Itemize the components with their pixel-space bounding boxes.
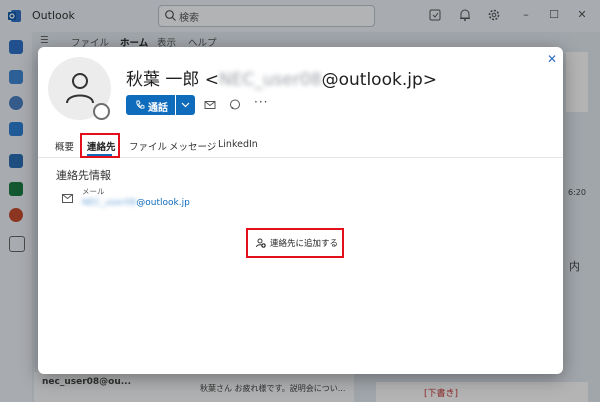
search-placeholder: 検索 <box>179 13 199 24</box>
reading-side-text: 内 <box>569 260 580 273</box>
email-label: メール <box>82 187 105 196</box>
bell-icon[interactable] <box>458 8 472 22</box>
tab-messages[interactable]: メッセージ <box>169 139 216 153</box>
tab-linkedin[interactable]: LinkedIn <box>218 139 258 150</box>
apps-grid-icon[interactable] <box>9 236 25 252</box>
contact-name: 秋葉 一郎 <NEC_user08@outlook.jp> <box>126 65 437 90</box>
minimize-button[interactable]: – <box>519 8 533 21</box>
email-icon <box>62 194 73 203</box>
people-app-icon[interactable] <box>9 96 23 110</box>
person-icon <box>66 73 94 104</box>
left-app-rail <box>0 32 32 402</box>
draft-bar <box>376 382 588 402</box>
email-domain: @outlook.jp <box>136 198 190 208</box>
mail-icon[interactable] <box>204 99 216 111</box>
close-icon[interactable]: ✕ <box>547 52 557 66</box>
menu-toggle-icon[interactable]: ☰ <box>40 35 49 46</box>
window-close-button[interactable]: ✕ <box>575 8 589 21</box>
call-options-dropdown[interactable] <box>176 95 195 115</box>
presence-status-icon <box>93 103 110 120</box>
chevron-down-icon <box>181 102 190 108</box>
section-title: 連絡先情報 <box>56 169 111 182</box>
tab-highlight-box <box>80 133 120 158</box>
call-button[interactable]: 通話 <box>126 95 175 115</box>
app-title: Outlook <box>32 9 75 22</box>
mail-app-icon[interactable] <box>9 40 23 54</box>
email-redacted: NEC_user08 <box>82 198 137 208</box>
message-snippet: 秋葉さん お疲れ様です。説明会につい... <box>200 384 346 393</box>
powerpoint-app-icon[interactable] <box>9 208 23 222</box>
contact-name-domain: @outlook.jp> <box>321 70 437 90</box>
tab-files[interactable]: ファイル <box>129 139 167 153</box>
todo-app-icon[interactable] <box>9 122 23 136</box>
outlook-app-icon[interactable] <box>9 154 23 168</box>
email-link[interactable]: NEC_user08@outlook.jp <box>82 198 190 208</box>
title-bar: Outlook 検索 – ☐ ✕ <box>0 0 600 32</box>
tab-overview[interactable]: 概要 <box>55 139 74 153</box>
message-time: 6:20 <box>568 188 586 197</box>
excel-app-icon[interactable] <box>9 182 23 196</box>
contact-card-dialog: ✕ 秋葉 一郎 <NEC_user08@outlook.jp> 通話 ··· 概… <box>38 47 563 374</box>
phone-icon <box>136 100 145 109</box>
folder-item[interactable]: nec_user08@ou... <box>42 377 131 387</box>
contact-name-redacted: NEC_user08 <box>219 70 322 90</box>
search-box[interactable]: 検索 <box>158 5 375 27</box>
chat-icon[interactable] <box>229 99 241 111</box>
compose-note-icon[interactable] <box>428 8 442 22</box>
search-icon <box>165 10 176 21</box>
reading-pane-edge <box>566 52 588 112</box>
call-label: 通話 <box>148 103 168 114</box>
gear-icon[interactable] <box>487 8 501 22</box>
contact-name-text: 秋葉 一郎 < <box>126 70 220 90</box>
outlook-logo-icon <box>8 10 21 22</box>
more-options-icon[interactable]: ··· <box>254 95 268 109</box>
calendar-app-icon[interactable] <box>9 70 23 84</box>
maximize-button[interactable]: ☐ <box>547 8 561 21</box>
add-button-highlight-box <box>246 228 344 258</box>
draft-label: [下書き] <box>424 389 459 399</box>
